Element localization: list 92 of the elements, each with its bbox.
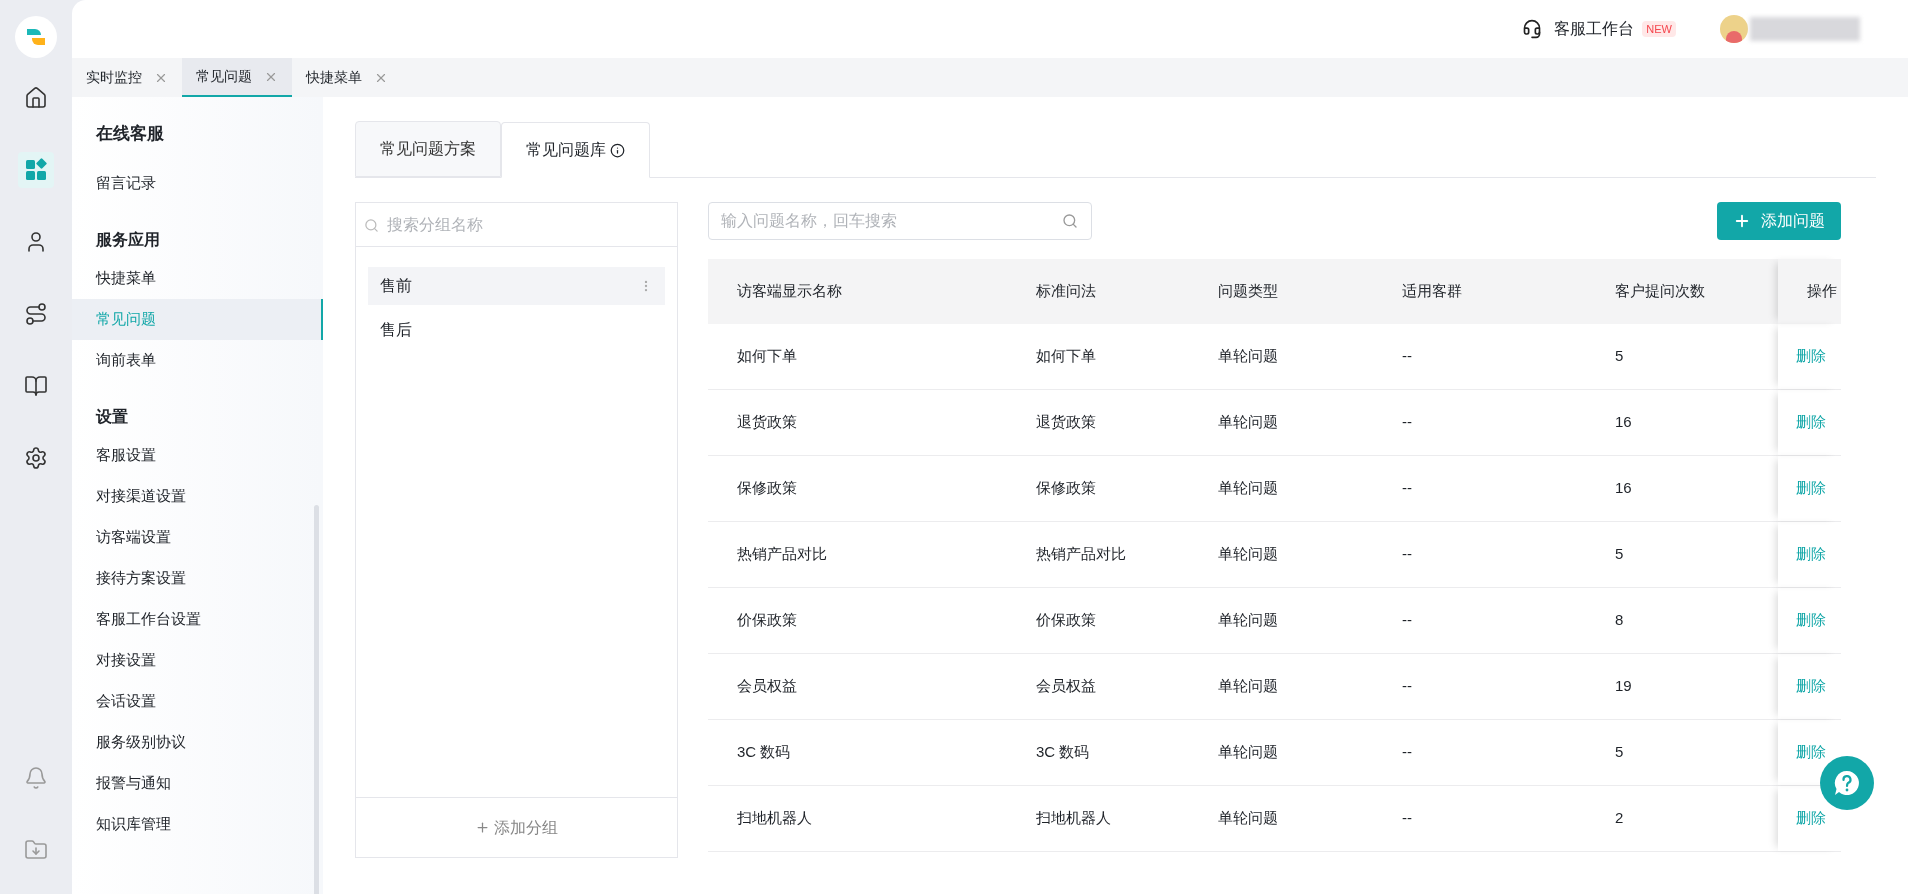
table-cell-text: 单轮问题 (1217, 808, 1279, 829)
column-header: 问题类型 (1217, 281, 1279, 302)
section-heading: 服务应用 (95, 230, 161, 250)
sidebar-title: 在线客服 (95, 123, 165, 146)
route-icon (24, 302, 48, 326)
table-cell-text: -- (1401, 412, 1413, 433)
group-item[interactable]: 售前 (368, 267, 665, 305)
column-header: 适用客群 (1401, 281, 1463, 302)
table-cell-text: 价保政策 (1035, 610, 1097, 631)
sidebar-item[interactable]: 服务级别协议 (72, 722, 323, 763)
table-cell-text: 退货政策 (736, 412, 798, 433)
table-cell-text: 单轮问题 (1217, 544, 1279, 565)
column-header: 客户提问次数 (1614, 281, 1706, 302)
search-icon (1062, 213, 1078, 229)
content-tab[interactable]: 常见问题库 (501, 122, 650, 178)
home-icon (24, 86, 48, 110)
search-icon (364, 218, 379, 233)
table-cell-text: -- (1401, 544, 1413, 565)
headset-icon (1522, 19, 1543, 39)
question-search-field[interactable]: 输入问题名称，回车搜索 (708, 202, 1092, 240)
sidebar-item[interactable]: 报警与通知 (72, 763, 323, 804)
table-cell-text: -- (1401, 676, 1413, 697)
table-cell-text: 5 (1614, 544, 1625, 565)
plus-icon (475, 820, 490, 835)
settings-icon (24, 446, 48, 470)
plus-icon (1733, 212, 1751, 230)
page-tab[interactable]: 快捷菜单 (292, 58, 402, 97)
table-cell-text: 8 (1614, 610, 1625, 631)
info-icon (610, 142, 625, 158)
table-cell-text: 如何下单 (1035, 346, 1097, 367)
download-folder-icon (24, 838, 48, 862)
app-logo[interactable] (15, 16, 57, 58)
table-cell-text: -- (1401, 346, 1413, 367)
table-cell-text: 单轮问题 (1217, 412, 1279, 433)
table-cell-text: 扫地机器人 (736, 808, 813, 829)
sidebar-item[interactable]: 询前表单 (72, 340, 323, 381)
table-cell-text: 保修政策 (1035, 478, 1097, 499)
new-badge: NEW (1642, 20, 1676, 38)
table-cell-text: 单轮问题 (1217, 346, 1279, 367)
table-cell-text: -- (1401, 478, 1413, 499)
table-cell-text: 5 (1614, 346, 1625, 367)
workbench-link[interactable]: 客服工作台 (1554, 17, 1635, 41)
help-bubble-icon (1833, 769, 1861, 797)
column-header: 操作 (1778, 259, 1841, 324)
sidebar-item[interactable]: 客服设置 (72, 435, 323, 476)
table-cell-text: 3C 数码 (1035, 742, 1091, 763)
group-search-field[interactable]: 搜索分组名称 (356, 203, 677, 247)
user-avatar[interactable] (1720, 15, 1748, 43)
section-heading: 设置 (94, 407, 129, 427)
table-cell-text: 热销产品对比 (1035, 544, 1127, 565)
table-cell-text: 3C 数码 (736, 742, 792, 763)
content-tab[interactable]: 常见问题方案 (355, 121, 501, 177)
group-item[interactable]: 售后 (368, 311, 665, 349)
table-cell-text: 热销产品对比 (736, 544, 828, 565)
table-cell-text: 5 (1614, 742, 1625, 763)
sidebar-item[interactable]: 对接渠道设置 (72, 476, 323, 517)
sidebar-item[interactable]: 对接设置 (72, 640, 323, 681)
logo-icon (25, 26, 47, 48)
table-cell-text: 19 (1614, 676, 1633, 697)
table-cell-text: -- (1401, 742, 1413, 763)
sidebar-item[interactable]: 快捷菜单 (72, 258, 323, 299)
table-cell-text: 价保政策 (736, 610, 798, 631)
table-cell-text: 会员权益 (736, 676, 798, 697)
bell-icon (24, 766, 48, 790)
table-cell-text: 如何下单 (736, 346, 798, 367)
scrollbar[interactable] (314, 505, 319, 894)
table-cell-text: 会员权益 (1035, 676, 1097, 697)
sidebar-item[interactable]: 会话设置 (72, 681, 323, 722)
table-cell-text: -- (1401, 808, 1413, 829)
sidebar-item[interactable]: 知识库管理 (72, 804, 323, 845)
table-cell-text: 16 (1614, 412, 1633, 433)
sidebar-item[interactable]: 接待方案设置 (72, 558, 323, 599)
table-cell-text: 退货政策 (1035, 412, 1097, 433)
apps-icon (24, 158, 48, 182)
page-tab[interactable]: 常见问题 (182, 58, 292, 97)
table-cell-text: 保修政策 (736, 478, 798, 499)
table-cell-text: 16 (1614, 478, 1633, 499)
table-cell-text: 单轮问题 (1217, 742, 1279, 763)
sidebar-item[interactable]: 客服工作台设置 (72, 599, 323, 640)
table-cell-text: 扫地机器人 (1035, 808, 1112, 829)
sidebar-item[interactable]: 访客端设置 (72, 517, 323, 558)
add-group-button[interactable]: 添加分组 (356, 797, 677, 857)
column-header: 访客端显示名称 (736, 281, 843, 302)
table-cell-text: 2 (1614, 808, 1625, 829)
table-cell-text: -- (1401, 610, 1413, 631)
sidebar-item[interactable]: 留言记录 (72, 163, 323, 204)
book-icon (24, 374, 48, 398)
table-cell-text: 单轮问题 (1217, 478, 1279, 499)
column-header: 标准问法 (1035, 281, 1097, 302)
table-cell-text: 单轮问题 (1217, 610, 1279, 631)
table-cell-text: 单轮问题 (1217, 676, 1279, 697)
page-tab[interactable]: 实时监控 (72, 58, 182, 97)
